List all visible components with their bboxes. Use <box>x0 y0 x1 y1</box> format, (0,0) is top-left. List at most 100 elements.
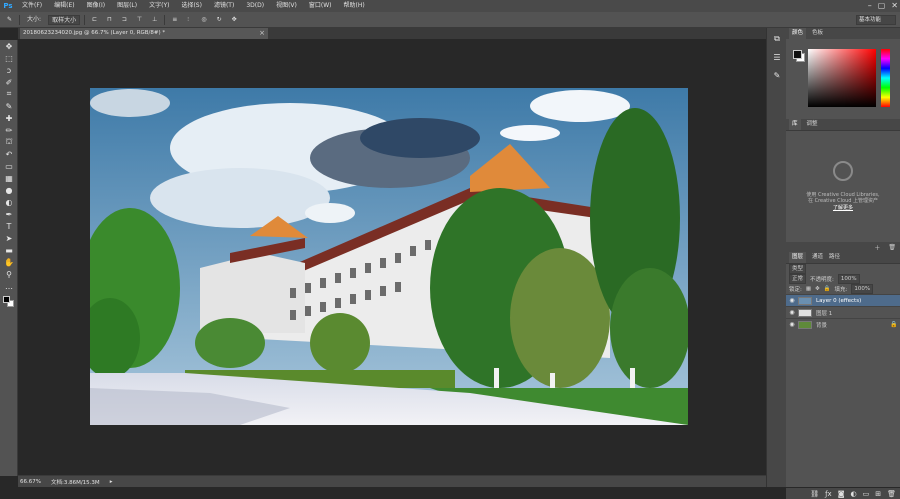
tab-channels[interactable]: 通道 <box>812 252 823 263</box>
tab-adjustments[interactable]: 调整 <box>807 119 818 130</box>
tab-color[interactable]: 颜色 <box>789 28 807 39</box>
delete-icon[interactable]: 🗑 <box>888 244 896 251</box>
photoshop-logo-icon: Ps <box>3 2 13 10</box>
eye-icon[interactable]: ◉ <box>786 321 798 328</box>
3d-mode-icon[interactable]: ◎ <box>198 15 209 25</box>
align-center-icon[interactable]: ⊓ <box>104 15 115 25</box>
brush-panel-icon[interactable]: ✎ <box>767 68 787 82</box>
type-tool-icon[interactable]: T <box>0 220 18 232</box>
align-middle-icon[interactable]: ⊥ <box>149 15 160 25</box>
layer-style-icon[interactable]: ƒx <box>825 490 832 498</box>
quick-select-tool-icon[interactable]: ✐ <box>0 76 18 88</box>
tab-layers[interactable]: 图层 <box>789 252 807 263</box>
menu-file[interactable]: 文件(F) <box>16 0 48 12</box>
distribute-icon[interactable]: ≡ <box>169 15 180 25</box>
lock-position-icon[interactable]: ✥ <box>815 286 820 292</box>
menu-type[interactable]: 文字(Y) <box>143 0 175 12</box>
distribute-h-icon[interactable]: ⫶ <box>184 15 194 25</box>
layer-filter-row: 类型 <box>786 264 900 274</box>
menu-3d[interactable]: 3D(D) <box>240 0 270 12</box>
new-layer-icon[interactable]: ⊞ <box>875 490 881 498</box>
pen-tool-icon[interactable]: ✒ <box>0 208 18 220</box>
tab-libraries[interactable]: 库 <box>789 119 801 130</box>
adjustment-layer-icon[interactable]: ◐ <box>851 490 857 498</box>
menu-view[interactable]: 视图(V) <box>270 0 303 12</box>
document-tab[interactable]: 20180623234020.jpg @ 66.7% (Layer 0, RGB… <box>20 28 268 39</box>
delete-layer-icon[interactable]: 🗑 <box>887 490 896 498</box>
menu-help[interactable]: 帮助(H) <box>338 0 371 12</box>
shape-tool-icon[interactable]: ▬ <box>0 244 18 256</box>
history-panel-icon[interactable]: ⧉ <box>767 32 787 46</box>
eyedropper-tool-icon[interactable]: ✎ <box>4 15 15 25</box>
menu-window[interactable]: 窗口(W) <box>303 0 338 12</box>
maximize-icon[interactable]: ▢ <box>878 0 886 12</box>
menu-layer[interactable]: 图层(L) <box>111 0 143 12</box>
blend-mode-select[interactable]: 正常 <box>789 274 807 284</box>
brush-tool-icon[interactable]: ✏ <box>0 124 18 136</box>
healing-brush-tool-icon[interactable]: ✚ <box>0 112 18 124</box>
color-picker-field[interactable] <box>808 49 876 107</box>
hue-slider[interactable] <box>881 49 890 107</box>
link-layers-icon[interactable]: ⛓ <box>810 490 819 498</box>
path-select-tool-icon[interactable]: ➤ <box>0 232 18 244</box>
layer-row[interactable]: ◉ 背景 🔒 <box>786 318 900 330</box>
marquee-tool-icon[interactable]: ⬚ <box>0 52 18 64</box>
zoom-level[interactable]: 66.67% <box>20 479 41 485</box>
more-tools-icon[interactable]: … <box>0 280 18 292</box>
add-mask-icon[interactable]: ◙ <box>838 490 845 498</box>
blur-tool-icon[interactable]: ● <box>0 184 18 196</box>
learn-more-link[interactable]: 了解更多 <box>826 204 860 211</box>
history-brush-tool-icon[interactable]: ↶ <box>0 148 18 160</box>
close-tab-icon[interactable]: × <box>259 28 265 39</box>
dodge-tool-icon[interactable]: ◐ <box>0 196 18 208</box>
opacity-input[interactable]: 100% <box>837 274 860 284</box>
tab-swatches[interactable]: 色板 <box>812 28 823 39</box>
document-image[interactable] <box>90 88 688 425</box>
eye-icon[interactable]: ◉ <box>786 309 798 316</box>
creative-cloud-icon <box>833 161 853 181</box>
3d-rotate-icon[interactable]: ↻ <box>214 15 225 25</box>
eye-icon[interactable]: ◉ <box>786 297 798 304</box>
lasso-tool-icon[interactable]: ↄ <box>0 64 18 76</box>
align-right-icon[interactable]: ⊐ <box>119 15 130 25</box>
menu-select[interactable]: 选择(S) <box>175 0 208 12</box>
hand-tool-icon[interactable]: ✋ <box>0 256 18 268</box>
minimize-icon[interactable]: – <box>868 0 872 12</box>
workspace-select[interactable]: 基本功能 <box>856 15 896 25</box>
eraser-tool-icon[interactable]: ▭ <box>0 160 18 172</box>
layer-row[interactable]: ◉ 图层 1 <box>786 306 900 318</box>
color-panel-tabs: 颜色 色板 <box>786 28 900 39</box>
status-menu-arrow-icon[interactable]: ▸ <box>110 479 113 485</box>
move-tool-icon[interactable]: ✥ <box>0 40 18 52</box>
zoom-tool-icon[interactable]: ⚲ <box>0 268 18 280</box>
canvas-area[interactable] <box>19 39 766 475</box>
new-group-icon[interactable]: ▭ <box>863 490 870 498</box>
foreground-color-swatch[interactable] <box>3 296 10 303</box>
align-left-icon[interactable]: ⊏ <box>89 15 100 25</box>
menu-filter[interactable]: 滤镜(T) <box>208 0 240 12</box>
properties-panel-icon[interactable]: ☰ <box>767 50 787 64</box>
eyedropper-tool-icon[interactable]: ✎ <box>0 100 18 112</box>
align-top-icon[interactable]: ⊤ <box>134 15 145 25</box>
color-panel <box>786 39 900 119</box>
tools-panel: ✥ ⬚ ↄ ✐ ⌗ ✎ ✚ ✏ ⛫ ↶ ▭ ▦ ● ◐ ✒ T ➤ ▬ ✋ ⚲ … <box>0 40 18 476</box>
3d-pan-icon[interactable]: ✥ <box>229 15 240 25</box>
layer-name: Layer 0 (effects) <box>816 297 862 304</box>
size-label: 大小: <box>27 15 42 23</box>
sample-size-select[interactable]: 取样大小 <box>48 14 81 25</box>
gradient-tool-icon[interactable]: ▦ <box>0 172 18 184</box>
add-content-icon[interactable]: ＋ <box>874 243 880 252</box>
campus-photo <box>90 88 688 425</box>
lock-all-icon[interactable]: 🔒 <box>824 286 831 292</box>
lock-pixels-icon[interactable]: ▦ <box>806 286 811 292</box>
layer-row[interactable]: ◉ Layer 0 (effects) <box>786 294 900 306</box>
tab-paths[interactable]: 路径 <box>829 252 840 263</box>
panel-foreground-swatch[interactable] <box>793 50 802 59</box>
clone-stamp-tool-icon[interactable]: ⛫ <box>0 136 18 148</box>
menu-image[interactable]: 图像(I) <box>81 0 111 12</box>
close-icon[interactable]: ✕ <box>891 0 898 12</box>
kind-filter-select[interactable]: 类型 <box>789 264 807 274</box>
fill-input[interactable]: 100% <box>851 284 874 294</box>
crop-tool-icon[interactable]: ⌗ <box>0 88 18 100</box>
menu-edit[interactable]: 编辑(E) <box>48 0 80 12</box>
